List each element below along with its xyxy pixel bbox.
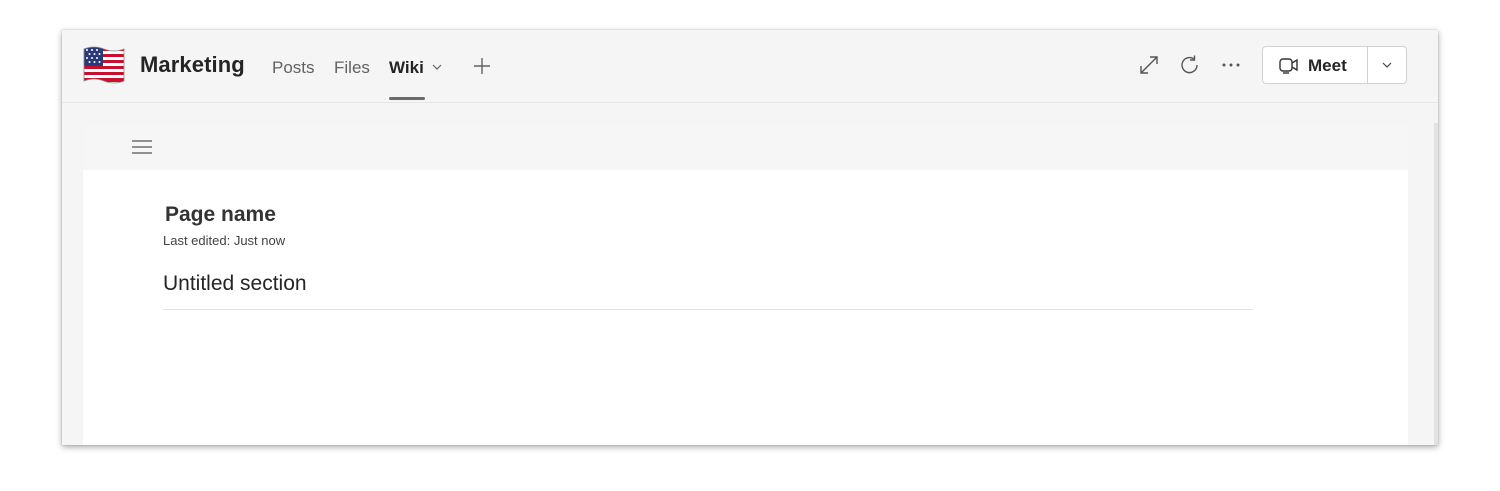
hamburger-menu-icon[interactable] [131,138,153,156]
wiki-toolbar [83,123,1408,170]
scrollbar[interactable] [1434,123,1438,445]
page-title[interactable]: Page name [165,203,276,227]
wiki-content: Page name Last edited: Just now Untitled… [83,123,1408,445]
tab-files[interactable]: Files [334,58,370,78]
teams-channel-window: Marketing Posts Files Wiki Meet Page nam… [62,30,1438,445]
meet-button[interactable]: Meet [1263,47,1367,83]
refresh-icon[interactable] [1179,54,1201,76]
tab-wiki[interactable]: Wiki [389,58,424,78]
meet-split-button: Meet [1262,46,1407,84]
chevron-down-icon [1382,62,1392,68]
expand-icon[interactable] [1138,54,1160,76]
add-tab-icon[interactable] [472,56,492,76]
meet-label: Meet [1308,56,1347,75]
team-avatar-flag-icon[interactable] [82,45,125,85]
chevron-down-icon[interactable] [432,63,442,71]
team-name: Marketing [140,52,245,77]
active-tab-indicator [389,97,425,100]
meet-options-dropdown[interactable] [1368,47,1406,83]
more-options-icon[interactable] [1220,54,1242,76]
tab-posts[interactable]: Posts [272,58,315,78]
last-edited-text: Last edited: Just now [163,233,286,248]
section-title[interactable]: Untitled section [163,272,307,296]
video-camera-icon [1279,58,1298,74]
channel-header: Marketing Posts Files Wiki Meet [62,30,1438,103]
section-divider [163,309,1253,310]
